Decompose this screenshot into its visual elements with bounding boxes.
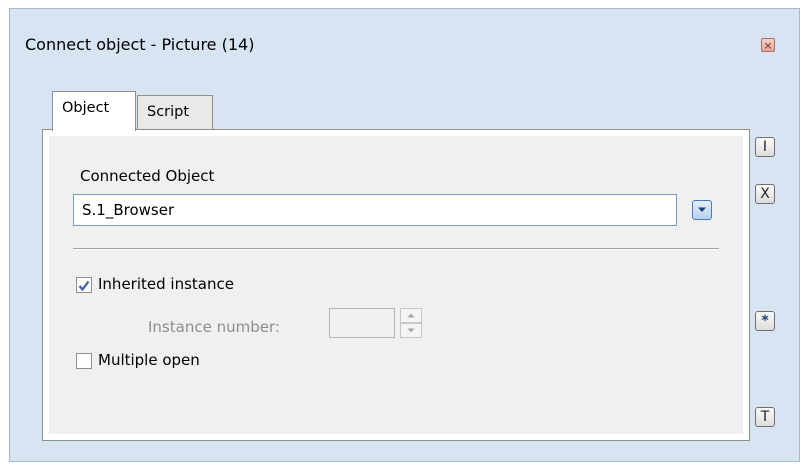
asterisk-icon: * [761,313,769,329]
multiple-open-checkbox[interactable] [76,353,92,369]
chevron-down-icon [698,207,706,212]
side-button-star[interactable]: * [755,311,775,331]
instance-number-decrement[interactable] [400,323,422,338]
divider [73,248,719,250]
instance-number-input[interactable] [329,308,395,338]
tab-script-label: Script [147,104,190,120]
side-button-t[interactable]: T [755,407,775,427]
instance-number-label: Instance number: [148,318,280,336]
checkmark-icon [78,280,90,292]
tab-object-label: Object [62,100,110,116]
object-tab-panel: Connected Object Inherited instance Inst… [42,129,750,441]
multiple-open-label: Multiple open [98,351,200,369]
side-button-x[interactable]: X [755,184,775,204]
instance-number-increment[interactable] [400,308,422,323]
inherited-instance-label: Inherited instance [98,275,234,293]
connect-object-dialog: Connect object - Picture (14) × Object S… [9,8,800,462]
window-title: Connect object - Picture (14) [25,35,255,54]
tab-script[interactable]: Script [137,95,213,129]
connected-object-input[interactable] [73,194,677,226]
connected-object-label: Connected Object [80,167,215,185]
close-button[interactable]: × [761,38,775,52]
title-bar: Connect object - Picture (14) × [10,9,799,69]
inherited-instance-checkbox[interactable] [76,277,92,293]
i-beam-icon: I [762,139,768,155]
panel-content: Connected Object Inherited instance Inst… [49,136,743,434]
tab-object[interactable]: Object [52,91,136,131]
close-icon: × [763,38,773,52]
arrow-up-icon [407,313,415,318]
x-icon: X [760,186,770,202]
arrow-down-icon [407,328,415,333]
t-icon: T [760,409,770,425]
connected-object-dropdown-button[interactable] [692,200,712,220]
side-button-i[interactable]: I [755,137,775,157]
